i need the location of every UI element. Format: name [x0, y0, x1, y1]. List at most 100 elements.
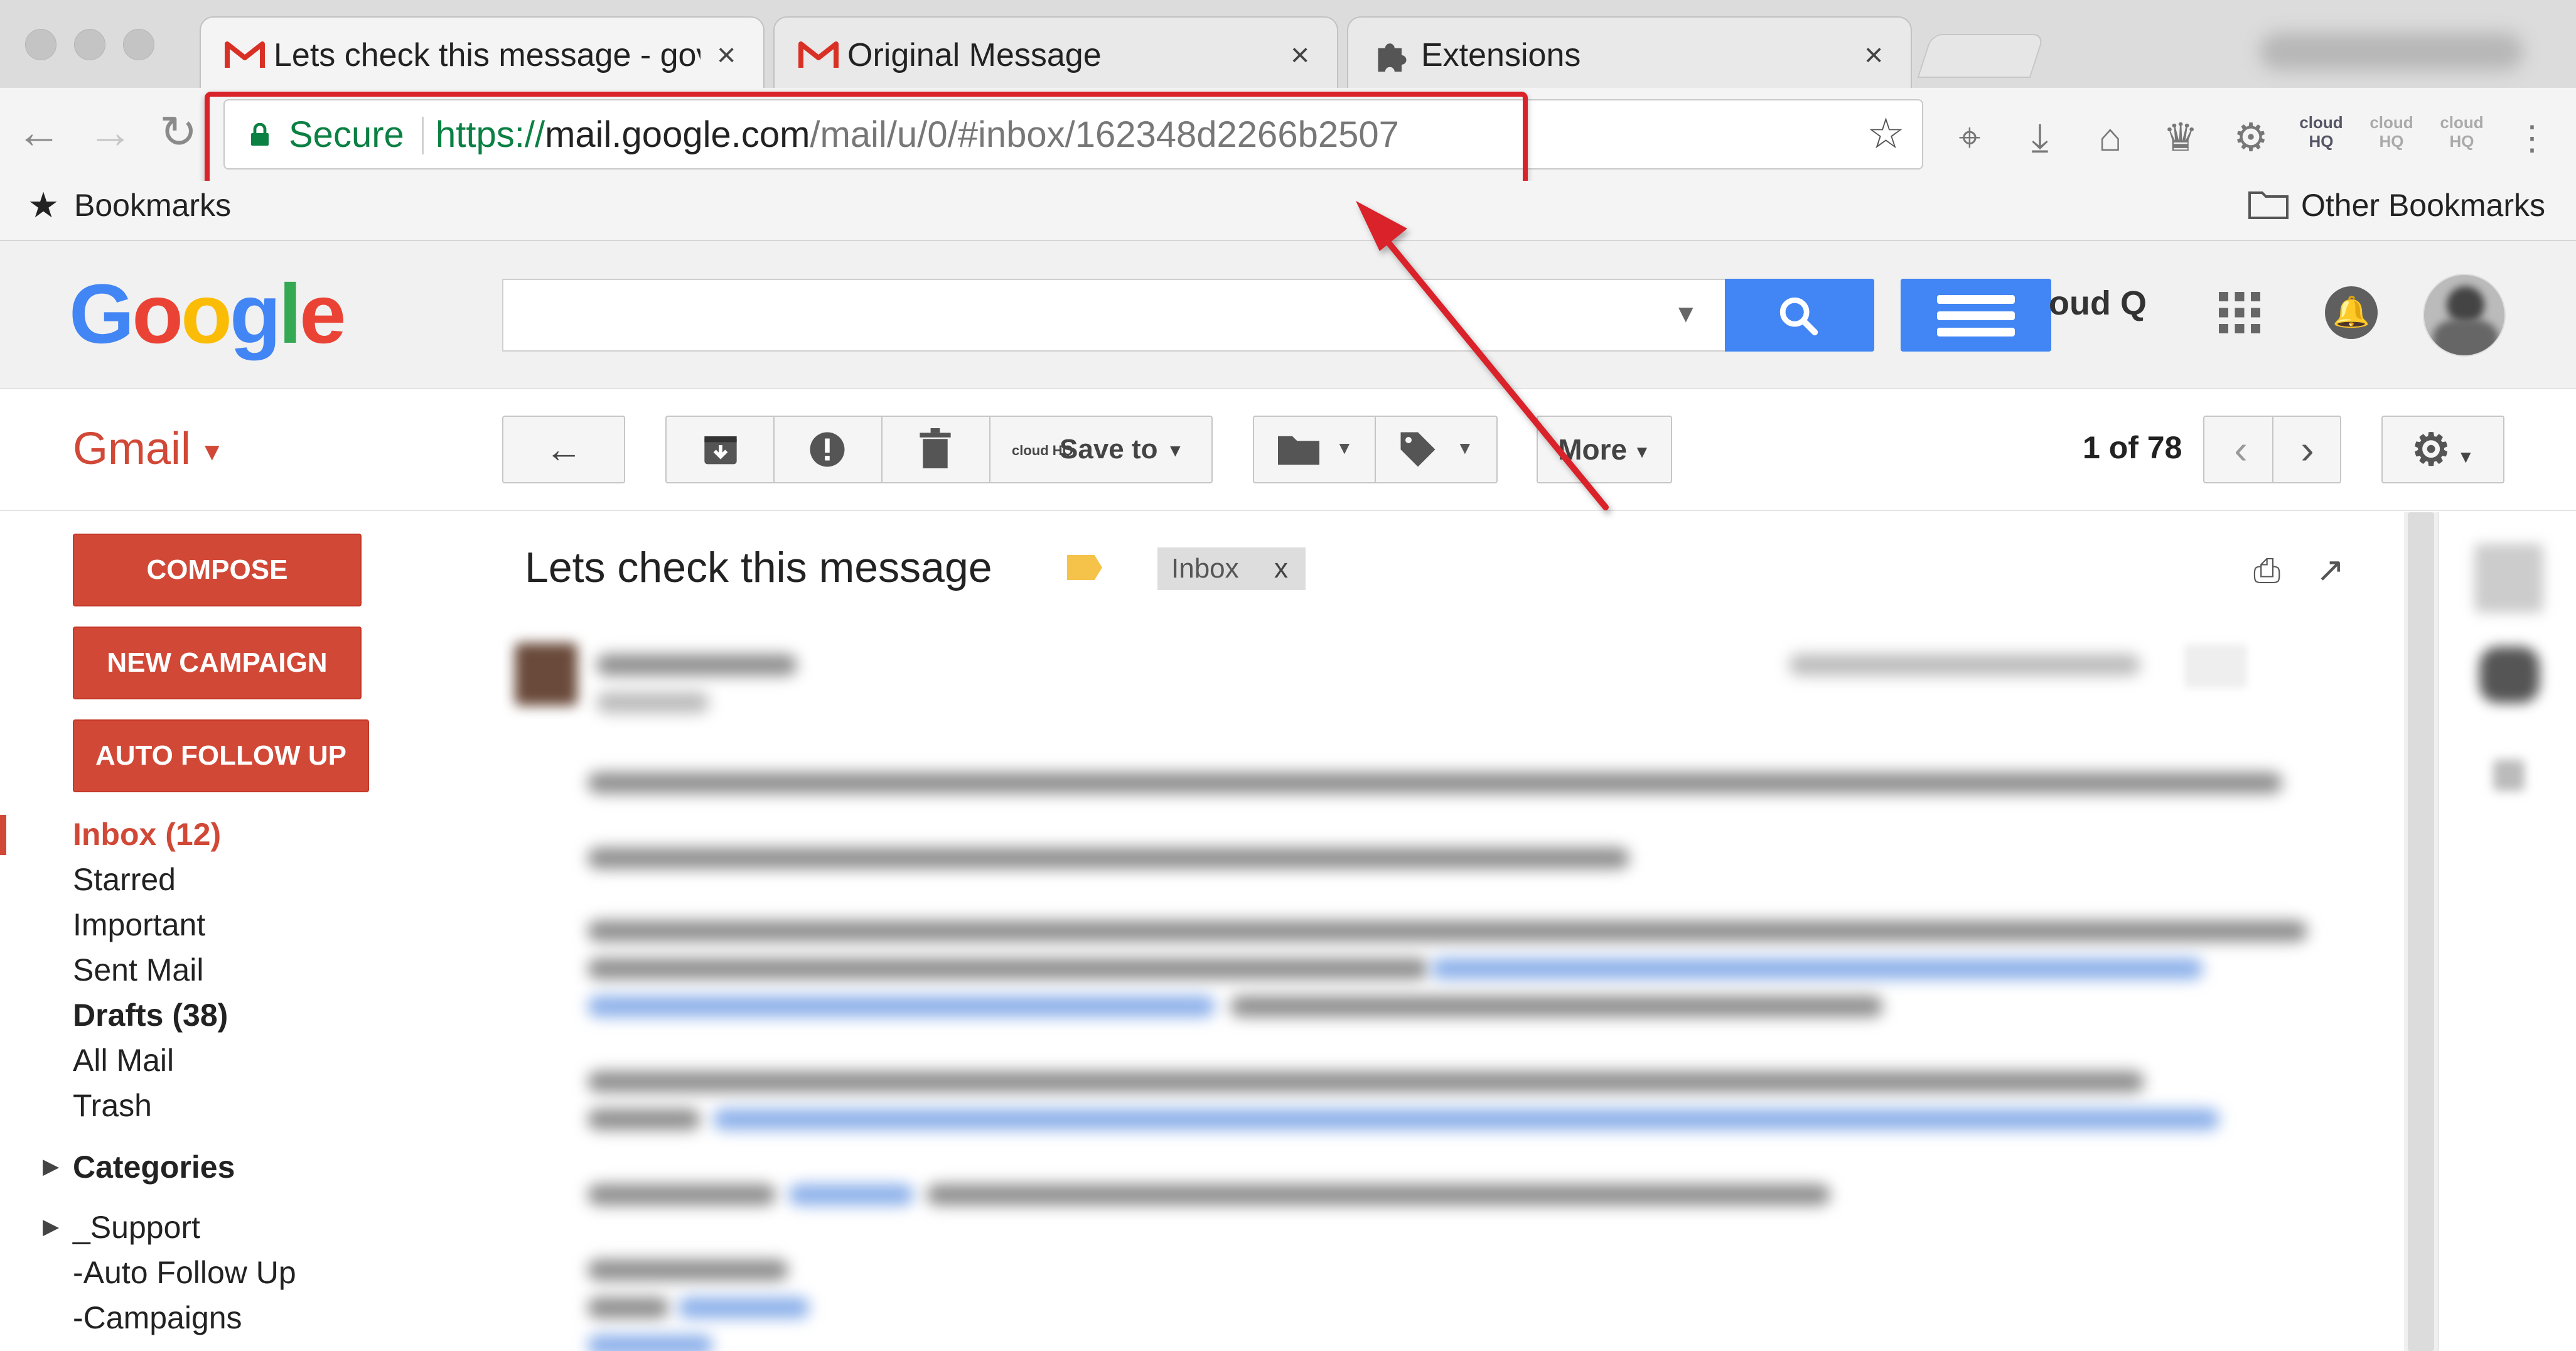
- more-label: More: [1558, 433, 1628, 466]
- settings-button[interactable]: ⚙ ▼: [2381, 416, 2504, 483]
- browser-menu-icon[interactable]: ⋮: [2507, 113, 2557, 163]
- reload-icon[interactable]: ↻: [159, 110, 197, 155]
- dropdown-caret-icon: ▼: [1633, 441, 1651, 461]
- delete-trash-icon[interactable]: [918, 428, 953, 468]
- remove-label-button[interactable]: x: [1274, 547, 1288, 590]
- browser-tab-1[interactable]: Lets check this message - gov ×: [200, 16, 765, 88]
- window-minimize-button[interactable]: [74, 29, 105, 60]
- reply-button[interactable]: [2184, 644, 2247, 688]
- bookmarks-folder[interactable]: Bookmarks: [74, 186, 231, 225]
- bookmark-star-icon[interactable]: ☆: [1867, 112, 1905, 156]
- labels-button[interactable]: ▼: [1398, 427, 1486, 472]
- puzzle-icon: [1378, 43, 1407, 72]
- newer-chevron-left-icon[interactable]: ‹: [2216, 422, 2266, 477]
- logo-letter: e: [299, 267, 346, 361]
- message-subject: Lets check this message: [525, 544, 992, 591]
- body-link[interactable]: [1431, 958, 2203, 979]
- open-new-window-icon[interactable]: ↗: [2316, 550, 2344, 589]
- logo-letter: o: [132, 267, 183, 361]
- new-campaign-button[interactable]: NEW CAMPAIGN: [73, 627, 362, 699]
- google-logo[interactable]: Google: [69, 267, 346, 362]
- cloudhq-extension-icon-3[interactable]: cloud HQ: [2437, 113, 2487, 163]
- gmail-label: Gmail: [73, 424, 191, 474]
- body-link[interactable]: [788, 1184, 914, 1205]
- signature-link[interactable]: [588, 1335, 713, 1351]
- crown-extension-icon[interactable]: ♛: [2155, 113, 2206, 163]
- older-chevron-right-icon[interactable]: ›: [2282, 422, 2332, 477]
- separator: [773, 416, 775, 483]
- archive-icon[interactable]: [703, 433, 738, 466]
- sidebar-item-campaigns[interactable]: -Campaigns: [73, 1298, 242, 1337]
- body-link[interactable]: [713, 1109, 2219, 1130]
- window-zoom-button[interactable]: [123, 29, 154, 60]
- back-to-inbox-button[interactable]: ←: [502, 416, 625, 483]
- signature-link[interactable]: [678, 1297, 810, 1318]
- expand-triangle-icon[interactable]: ▶: [43, 1154, 59, 1179]
- search-options-caret-icon[interactable]: ▼: [1673, 300, 1699, 328]
- download-icon[interactable]: ⤓: [2015, 113, 2065, 163]
- tab-close-button[interactable]: ×: [717, 36, 736, 74]
- back-arrow-icon[interactable]: ←: [16, 110, 62, 155]
- message-body-blurred: [502, 622, 2385, 1351]
- sender-name: [596, 654, 797, 676]
- body-link[interactable]: [588, 996, 1215, 1017]
- mail-search-input[interactable]: [502, 279, 1726, 352]
- apps-grid-icon[interactable]: [2217, 290, 2262, 335]
- sidebar-item-inbox[interactable]: Inbox (12): [73, 815, 221, 854]
- home-icon[interactable]: ⌂: [2085, 113, 2135, 163]
- side-panel-icon[interactable]: [2474, 544, 2543, 613]
- tab-close-button[interactable]: ×: [1864, 36, 1883, 74]
- separator: [2272, 416, 2273, 483]
- scrollbar-thumb[interactable]: [2408, 512, 2434, 1351]
- window-close-button[interactable]: [25, 29, 56, 60]
- compose-button[interactable]: COMPOSE: [73, 534, 362, 606]
- sidebar-item-categories[interactable]: Categories: [73, 1148, 235, 1187]
- move-to-button[interactable]: ▼: [1278, 427, 1366, 472]
- side-panel-icon[interactable]: [2493, 760, 2525, 791]
- body-text-line: [588, 848, 1629, 869]
- sidebar-item-all-mail[interactable]: All Mail: [73, 1041, 174, 1080]
- dropdown-caret-icon: ▼: [1456, 438, 1474, 458]
- message-date: [1789, 654, 2140, 676]
- right-side-panel: [2438, 512, 2576, 1351]
- cloudhq-extension-icon-2[interactable]: cloud HQ: [2366, 113, 2417, 163]
- expand-triangle-icon[interactable]: ▶: [43, 1214, 59, 1239]
- gmail-switcher[interactable]: Gmail ▼: [73, 421, 225, 480]
- cloudhq-extension-icon[interactable]: cloud HQ: [2296, 113, 2346, 163]
- forward-arrow-icon[interactable]: →: [88, 110, 133, 155]
- auto-follow-up-button[interactable]: AUTO FOLLOW UP: [73, 719, 369, 792]
- label-chip-text: Inbox: [1171, 553, 1239, 584]
- logo-letter: g: [229, 267, 281, 361]
- settings-extension-icon[interactable]: ⚙: [2226, 113, 2276, 163]
- sender-avatar: [515, 643, 577, 706]
- body-text-line: [588, 772, 2282, 794]
- browser-tab-3[interactable]: Extensions ×: [1347, 16, 1912, 88]
- other-bookmarks-folder[interactable]: Other Bookmarks: [2301, 186, 2545, 225]
- tab-close-button[interactable]: ×: [1291, 36, 1309, 74]
- logo-letter: l: [278, 267, 302, 361]
- sidebar-item-support[interactable]: _Support: [73, 1208, 200, 1247]
- folder-icon: [2248, 191, 2289, 219]
- sidebar-item-trash[interactable]: Trash: [73, 1086, 152, 1125]
- sidebar-item-drafts[interactable]: Drafts (38): [73, 996, 228, 1035]
- more-button[interactable]: More ▼: [1537, 416, 1672, 483]
- sidebar-item-important[interactable]: Important: [73, 905, 205, 944]
- crosshair-extension-icon[interactable]: ⌖: [1945, 113, 1995, 163]
- save-to-label: Save to: [1060, 434, 1158, 465]
- notifications-bell-icon[interactable]: 🔔: [2325, 286, 2378, 339]
- account-avatar[interactable]: [2423, 274, 2506, 357]
- sidebar-item-starred[interactable]: Starred: [73, 860, 176, 899]
- print-icon[interactable]: ⎙: [2253, 551, 2280, 591]
- report-spam-icon[interactable]: [808, 431, 846, 468]
- importance-marker-icon[interactable]: [1067, 555, 1102, 580]
- sidebar-item-auto-follow-up[interactable]: -Auto Follow Up: [73, 1253, 296, 1292]
- tab-title: Lets check this message - gov: [274, 37, 700, 73]
- new-tab-button[interactable]: [1917, 34, 2045, 78]
- side-panel-icon[interactable]: [2479, 647, 2540, 703]
- bookmarks-bar: [0, 181, 2576, 241]
- body-text-line: [588, 1184, 776, 1205]
- save-to-button[interactable]: cloud HQSave to ▼: [1012, 429, 1213, 470]
- search-button[interactable]: [1725, 279, 1874, 352]
- browser-tab-2[interactable]: Original Message ×: [773, 16, 1338, 88]
- sidebar-item-sent-mail[interactable]: Sent Mail: [73, 950, 203, 989]
